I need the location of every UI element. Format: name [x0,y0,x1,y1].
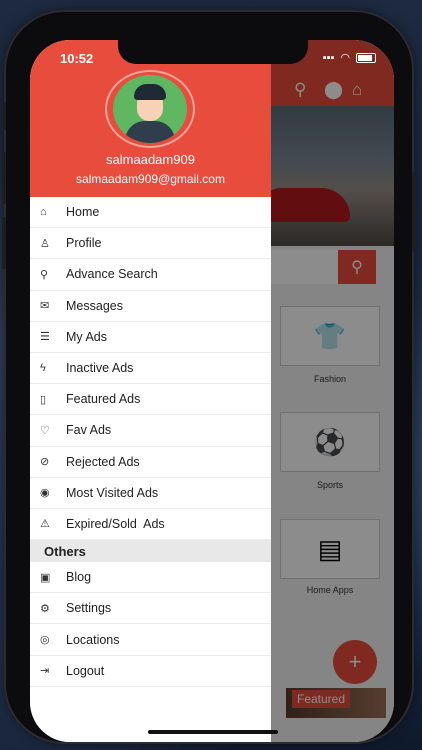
menu-item-label: Fav Ads [66,423,112,438]
mute-switch [2,102,6,130]
menu-item-label: Profile [66,236,102,251]
heart-icon: ♡ [40,424,50,437]
status-icons: ▪▪▪ ◠ [323,51,376,64]
menu-item-advance-search[interactable]: ⚲ Advance Search [30,259,271,291]
search-icon: ⚲ [40,268,49,281]
menu-item-label: Advance Search [66,267,158,282]
bookmark-icon: ▯ [40,393,47,406]
list-icon: ☰ [40,331,50,344]
menu-item-label: Rejected Ads [66,454,140,469]
volume-down-button [2,217,6,269]
avatar-hair [134,84,166,100]
blog-icon: ▣ [40,571,51,584]
avatar-image [113,75,187,143]
menu-item-expired-sold-ads[interactable]: ⚠ Expired/Sold Ads [30,509,271,541]
menu-item-rejected-ads[interactable]: ⊘ Rejected Ads [30,447,271,478]
menu-item-label: Messages [66,298,123,313]
user-icon: ♙ [40,237,50,250]
menu-item-messages[interactable]: ✉ Messages [30,291,271,322]
menu-item-label: Logout [66,663,105,678]
user-name: salmaadam909 [106,152,195,167]
user-email: salmaadam909@gmail.com [76,172,225,186]
menu-item-label: My Ads [66,329,107,344]
phone-screen: ⚲ ⬤ ⌂ ⚲ 👕 Fashion ⚽ Sports ▤ Home Apps +… [30,40,394,742]
home-indicator[interactable] [148,730,278,734]
envelope-icon: ✉ [40,300,50,313]
menu-item-label: Settings [66,601,112,616]
gear-icon: ⚙ [40,602,50,615]
flash-icon: ϟ [40,362,46,375]
menu-item-label: Most Visited Ads [66,485,159,500]
menu-item-home[interactable]: ⌂ Home [30,197,271,229]
menu-item-blog[interactable]: ▣ Blog [30,562,271,594]
volume-up-button [2,152,6,204]
signal-icon: ▪▪▪ [322,51,335,64]
section-header-others: Others [30,540,271,563]
menu-item-label: Home [66,205,100,220]
menu-item-inactive-ads[interactable]: ϟ Inactive Ads [30,353,271,385]
menu-item-my-ads[interactable]: ☰ My Ads [30,322,271,353]
drawer-menu: ⌂ Home ♙ Profile ⚲ Advance Search ✉ Mess… [30,197,271,687]
menu-item-label: Expired/Sold Ads [66,516,165,531]
navigation-drawer: salmaadam909 salmaadam909@gmail.com ⌂ Ho… [30,40,271,742]
home-icon: ⌂ [40,206,47,219]
status-time: 10:52 [60,51,94,66]
menu-item-most-visited-ads[interactable]: ◉ Most Visited Ads [30,478,271,509]
avatar[interactable] [105,70,195,148]
menu-item-label: Locations [66,632,120,647]
menu-item-fav-ads[interactable]: ♡ Fav Ads [30,415,271,447]
menu-item-label: Inactive Ads [66,361,134,376]
power-button [412,172,416,252]
avatar-body [125,121,175,143]
logout-icon: ⇥ [40,665,50,678]
ban-icon: ⊘ [40,456,50,469]
menu-item-logout[interactable]: ⇥ Logout [30,656,271,687]
battery-icon [356,52,376,63]
menu-item-featured-ads[interactable]: ▯ Featured Ads [30,384,271,416]
menu-item-profile[interactable]: ♙ Profile [30,228,271,260]
menu-item-settings[interactable]: ⚙ Settings [30,593,271,625]
wifi-icon: ◠ [340,52,350,64]
menu-item-locations[interactable]: ◎ Locations [30,624,271,656]
phone-frame: ⚲ ⬤ ⌂ ⚲ 👕 Fashion ⚽ Sports ▤ Home Apps +… [2,12,416,742]
location-icon: ◎ [40,634,50,647]
warning-icon: ⚠ [40,518,50,531]
menu-item-label: Blog [66,570,92,585]
menu-item-label: Featured Ads [66,392,141,407]
phone-notch [118,40,308,64]
eye-icon: ◉ [40,487,50,500]
